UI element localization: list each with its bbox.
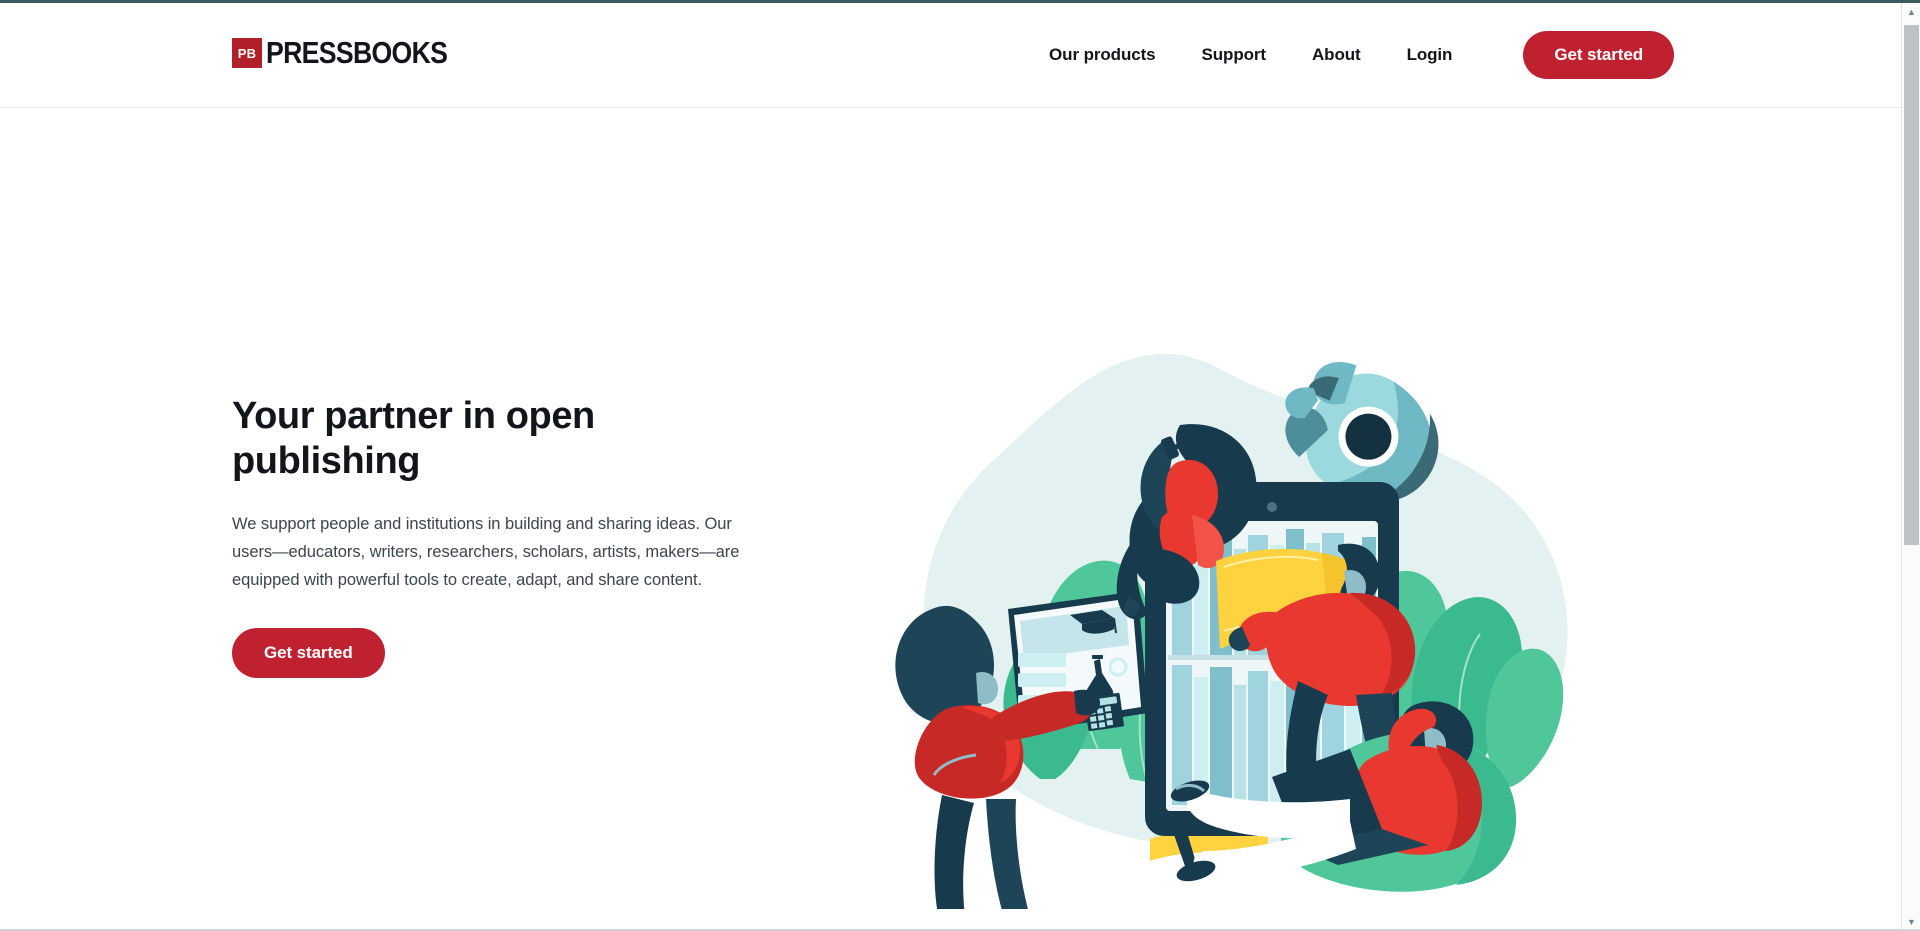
hero-title: Your partner in open publishing — [232, 395, 595, 482]
hero-get-started-button[interactable]: Get started — [232, 627, 385, 678]
hero-description: We support people and institutions in bu… — [232, 514, 740, 590]
page-root: PB PRESSBOOKS Our products Support About… — [0, 0, 1920, 931]
header-get-started-button[interactable]: Get started — [1523, 31, 1674, 79]
nav-item-support[interactable]: Support — [1179, 45, 1289, 65]
window-top-border — [0, 0, 1920, 3]
page-scrollbar[interactable]: ▲ ▼ — [1901, 3, 1920, 931]
pressbooks-logo-mark-icon: PB — [232, 38, 262, 68]
main-navigation: Our products Support About Login Get sta… — [1026, 31, 1674, 79]
nav-item-about[interactable]: About — [1289, 45, 1384, 65]
nav-item-our-products[interactable]: Our products — [1026, 45, 1178, 65]
hero-illustration — [880, 309, 1600, 909]
nav-item-login[interactable]: Login — [1384, 45, 1476, 65]
pressbooks-wordmark: PRESSBOOKS — [266, 35, 448, 70]
site-header: PB PRESSBOOKS Our products Support About… — [0, 3, 1901, 108]
hero-section: Your partner in open publishing We suppo… — [0, 109, 1901, 929]
pressbooks-logo[interactable]: PB PRESSBOOKS — [232, 35, 477, 71]
scroll-up-arrow-icon[interactable]: ▲ — [1902, 3, 1920, 21]
scrollbar-thumb[interactable] — [1904, 25, 1919, 545]
hero-copy: Your partner in open publishing We suppo… — [232, 394, 762, 678]
